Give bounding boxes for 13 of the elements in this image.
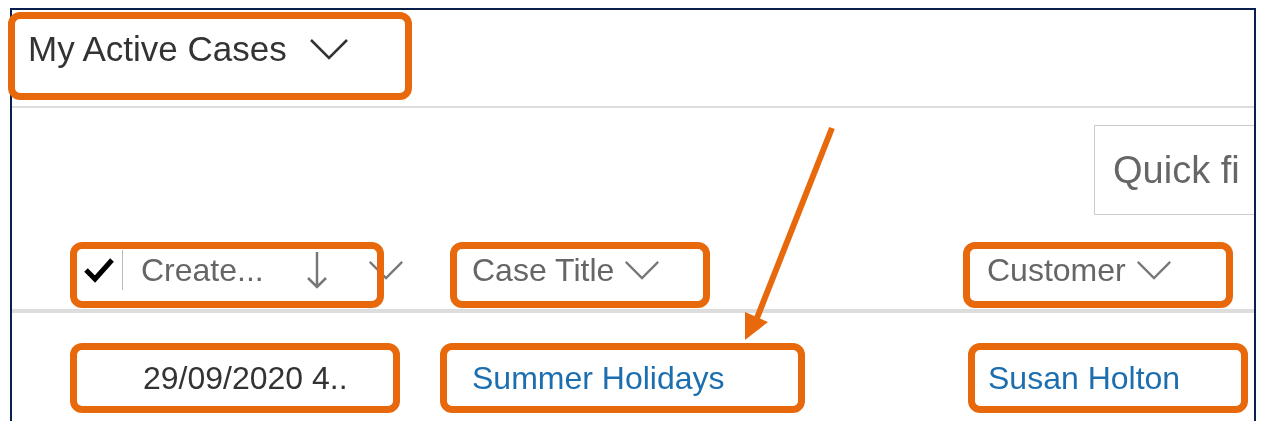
table-cell: 29/09/2020 4.. — [143, 359, 348, 397]
column-header[interactable]: Customer — [969, 251, 1172, 289]
chevron-down-icon — [624, 260, 661, 280]
column-header[interactable]: Case Title — [450, 251, 661, 289]
chevron-down-icon[interactable] — [367, 260, 404, 280]
column-header[interactable]: Create... — [123, 250, 328, 290]
table-link[interactable]: Summer Holidays — [472, 359, 725, 397]
view-selector[interactable]: My Active Cases — [28, 29, 349, 69]
chevron-down-icon — [1135, 260, 1172, 280]
table-link[interactable]: Susan Holton — [988, 359, 1181, 397]
quick-find-field[interactable]: Quick fi — [1094, 125, 1254, 215]
chevron-down-icon — [308, 38, 349, 60]
select-all-checkbox[interactable] — [84, 257, 114, 283]
